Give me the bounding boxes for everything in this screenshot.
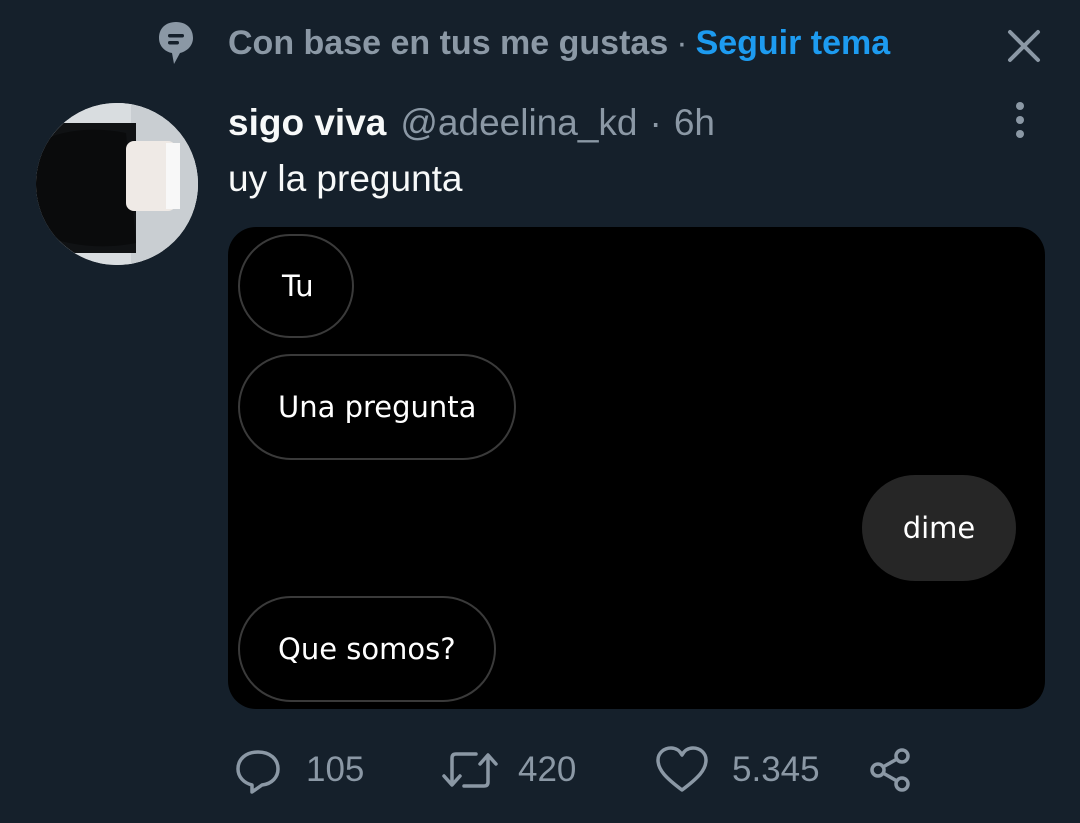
header-separator: · (649, 102, 662, 143)
display-name[interactable]: sigo viva (228, 102, 386, 144)
context-separator: · (676, 23, 688, 62)
chat-bubble-received: Una pregunta (238, 354, 517, 460)
share-button[interactable] (864, 740, 916, 800)
retweet-button[interactable]: 420 (440, 740, 576, 800)
chat-bubble-text: Una pregunta (278, 390, 477, 424)
topic-context-row: Con base en tus me gustas · Seguir tema (156, 18, 1056, 68)
user-handle[interactable]: @adeelina_kd (400, 102, 637, 144)
chat-bubble-text: dime (902, 511, 976, 545)
tweet-text: uy la pregunta (228, 158, 463, 199)
like-count: 5.345 (732, 750, 820, 789)
reply-icon (236, 750, 280, 794)
topic-context-text: Con base en tus me gustas (228, 23, 669, 62)
chat-bubble-received: Tu (238, 234, 354, 338)
chat-bubble-text: Tu (282, 269, 314, 303)
more-vertical-icon[interactable] (1000, 98, 1040, 142)
tweet-time[interactable]: 6h (674, 102, 715, 144)
share-icon (870, 748, 910, 792)
chat-bubble-text: Que somos? (278, 632, 456, 666)
follow-topic-link[interactable]: Seguir tema (696, 24, 891, 63)
like-button[interactable]: 5.345 (654, 740, 820, 800)
retweet-count: 420 (518, 750, 577, 789)
heart-icon (656, 746, 708, 792)
tweet-header: sigo viva @adeelina_kd · 6h (228, 98, 715, 148)
chat-bubble-sent: dime (862, 475, 1016, 581)
avatar[interactable] (36, 103, 198, 265)
chat-bubble-received: Que somos? (238, 596, 496, 702)
topic-icon (156, 18, 196, 68)
tweet-actions: 105 420 5.345 (232, 740, 932, 800)
tweet-media-image[interactable]: Tu Una pregunta dime Que somos? (228, 227, 1045, 709)
close-icon[interactable] (1004, 26, 1044, 66)
retweet-icon (442, 752, 498, 788)
reply-count: 105 (306, 750, 365, 789)
reply-button[interactable]: 105 (232, 740, 364, 800)
